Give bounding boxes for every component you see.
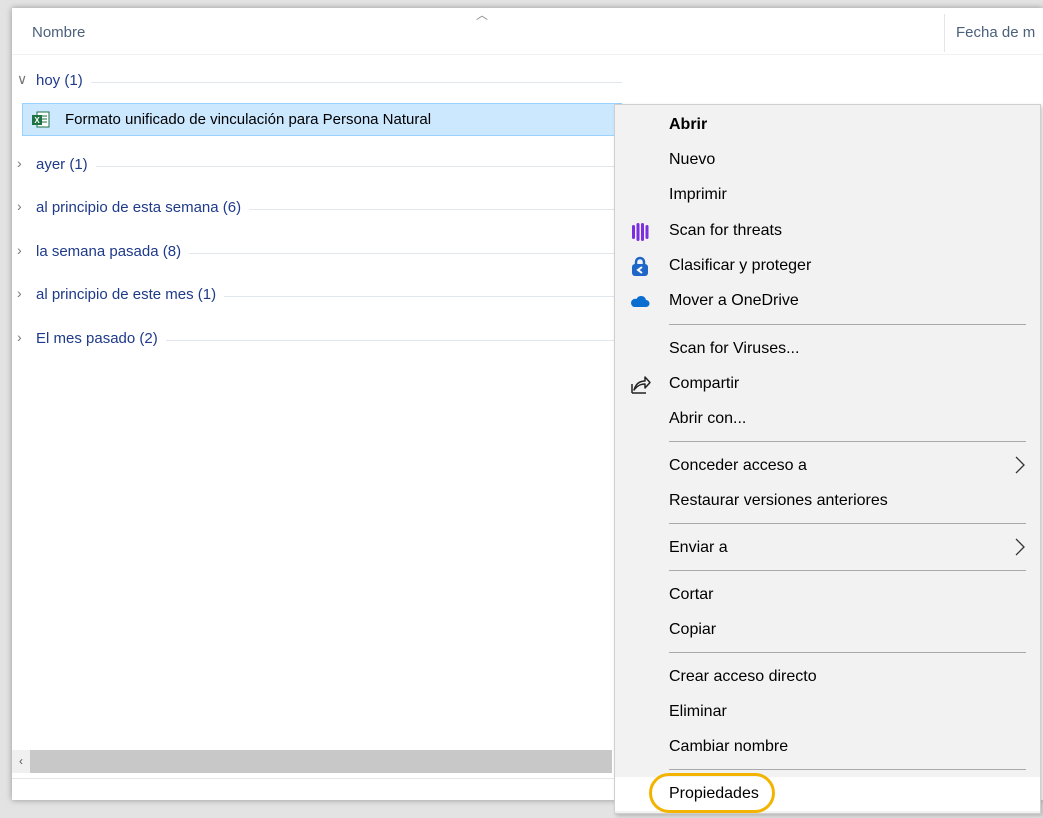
menu-item-conceder-acceso[interactable]: Conceder acceso a <box>615 449 1040 483</box>
group-divider <box>36 82 622 83</box>
horizontal-scrollbar[interactable]: ‹ <box>12 750 612 773</box>
onedrive-cloud-icon <box>631 295 650 307</box>
menu-item-label: Abrir con... <box>669 410 747 427</box>
menu-item-scan-for-viruses[interactable]: Scan for Viruses... <box>615 332 1040 366</box>
menu-item-label: Conceder acceso a <box>669 457 807 474</box>
lock-label-icon <box>632 256 648 276</box>
column-date-header[interactable]: Fecha de m <box>956 24 1035 41</box>
menu-item-label: Restaurar versiones anteriores <box>669 492 888 509</box>
menu-item-propiedades[interactable]: Propiedades <box>615 773 1040 813</box>
menu-item-label: Abrir <box>669 116 708 133</box>
column-name-header[interactable]: Nombre <box>32 24 85 41</box>
menu-separator <box>669 523 1026 524</box>
file-row-selected[interactable]: X Formato unificado de vinculación para … <box>22 103 622 136</box>
menu-item-cambiar-nombre[interactable]: Cambiar nombre <box>615 730 1040 764</box>
column-header: ︿ Nombre Fecha de m <box>12 8 1043 55</box>
menu-item-abrir[interactable]: Abrir <box>615 108 1040 142</box>
menu-item-label: Cambiar nombre <box>669 738 789 755</box>
menu-separator <box>669 441 1026 442</box>
menu-item-label: Clasificar y proteger <box>669 257 812 274</box>
menu-item-imprimir[interactable]: Imprimir <box>615 178 1040 212</box>
shield-bars-icon <box>632 223 649 241</box>
menu-item-clasificar-y-proteger[interactable]: Clasificar y proteger <box>615 249 1040 283</box>
group-header[interactable]: › El mes pasado (2) <box>12 327 622 351</box>
chevron-right-icon <box>1015 538 1025 556</box>
menu-item-label: Nuevo <box>669 151 716 168</box>
menu-item-label: Copiar <box>669 621 717 638</box>
column-separator[interactable] <box>944 14 945 52</box>
group-header[interactable]: › al principio de este mes (1) <box>12 283 622 307</box>
menu-item-label: Imprimir <box>669 186 727 203</box>
svg-text:X: X <box>34 116 40 125</box>
menu-item-label: Cortar <box>669 586 714 603</box>
menu-item-abrir-con[interactable]: Abrir con... <box>615 402 1040 436</box>
group-label: El mes pasado (2) <box>36 330 166 347</box>
scroll-left-icon[interactable]: ‹ <box>12 750 30 773</box>
menu-item-mover-a-onedrive[interactable]: Mover a OneDrive <box>615 284 1040 318</box>
chevron-right-icon: › <box>17 329 22 345</box>
group-header[interactable]: › la semana pasada (8) <box>12 240 622 264</box>
chevron-right-icon: › <box>17 285 22 301</box>
chevron-right-icon <box>1015 456 1025 474</box>
group-header[interactable]: › al principio de esta semana (6) <box>12 196 622 220</box>
chevron-right-icon: › <box>17 198 22 214</box>
group-label: al principio de este mes (1) <box>36 286 225 303</box>
menu-item-scan-for-threats[interactable]: Scan for threats <box>615 214 1040 248</box>
group-label: la semana pasada (8) <box>36 243 190 260</box>
menu-item-label: Mover a OneDrive <box>669 292 799 309</box>
menu-item-label: Scan for threats <box>669 222 782 239</box>
menu-item-restaurar-versiones[interactable]: Restaurar versiones anteriores <box>615 484 1040 518</box>
excel-file-icon: X <box>32 111 50 128</box>
menu-item-label: Propiedades <box>669 785 759 802</box>
context-menu: Abrir Nuevo Imprimir Scan for threats Cl… <box>614 104 1041 814</box>
menu-item-nuevo[interactable]: Nuevo <box>615 143 1040 177</box>
menu-item-label: Compartir <box>669 375 740 392</box>
sort-caret-icon: ︿ <box>476 8 489 22</box>
chevron-down-icon: ∨ <box>17 71 28 87</box>
menu-item-crear-acceso-directo[interactable]: Crear acceso directo <box>615 660 1040 694</box>
divider <box>12 778 622 779</box>
group-divider <box>36 166 622 167</box>
menu-item-label: Scan for Viruses... <box>669 340 800 357</box>
menu-separator <box>669 652 1026 653</box>
menu-item-eliminar[interactable]: Eliminar <box>615 695 1040 729</box>
menu-separator <box>669 570 1026 571</box>
chevron-right-icon: › <box>17 242 22 258</box>
chevron-right-icon: › <box>17 155 22 171</box>
menu-item-compartir[interactable]: Compartir <box>615 367 1040 401</box>
group-label: ayer (1) <box>36 156 96 173</box>
menu-item-enviar-a[interactable]: Enviar a <box>615 531 1040 565</box>
group-label: hoy (1) <box>36 72 91 89</box>
screen: ︿ Nombre Fecha de m ∨ hoy (1) X Formato … <box>0 0 1043 818</box>
menu-item-label: Enviar a <box>669 539 728 556</box>
menu-separator <box>669 769 1026 770</box>
group-header[interactable]: › ayer (1) <box>12 153 622 177</box>
share-icon <box>631 376 651 394</box>
group-label: al principio de esta semana (6) <box>36 199 250 216</box>
menu-item-copiar[interactable]: Copiar <box>615 613 1040 647</box>
menu-item-label: Crear acceso directo <box>669 668 817 685</box>
menu-item-cortar[interactable]: Cortar <box>615 578 1040 612</box>
group-header[interactable]: ∨ hoy (1) <box>12 69 622 93</box>
file-name: Formato unificado de vinculación para Pe… <box>65 111 432 128</box>
menu-separator <box>669 324 1026 325</box>
menu-item-label: Eliminar <box>669 703 727 720</box>
